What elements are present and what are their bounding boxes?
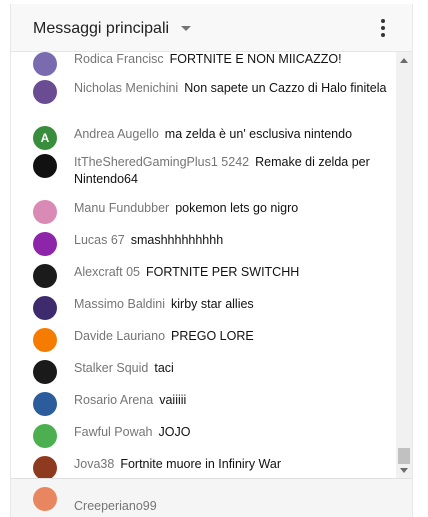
message-author[interactable]: Manu Fundubber xyxy=(74,201,169,215)
chat-message: Massimo Baldini kirby star allies xyxy=(11,296,396,320)
chat-message: Rodica Francisc FORTNITE E NON MIICAZZO! xyxy=(11,52,396,76)
scroll-down-arrow-icon[interactable] xyxy=(400,468,408,473)
chat-message: Lucas 67 smashhhhhhhhh xyxy=(11,232,396,256)
chat-message: ItTheSheredGamingPlus1 5242 Remake di zel… xyxy=(11,154,396,188)
message-author[interactable]: Jova38 xyxy=(74,457,114,471)
message-text: FORTNITE PER SWITCHH xyxy=(146,265,300,279)
chat-message: Fawful Powah JOJO xyxy=(11,424,396,448)
scrollbar-thumb[interactable] xyxy=(398,448,410,464)
message-author[interactable]: Rosario Arena xyxy=(74,393,153,407)
avatar[interactable] xyxy=(33,232,57,256)
message-text: PREGO LORE xyxy=(171,329,254,343)
message-author[interactable]: Davide Lauriano xyxy=(74,329,165,343)
message-text: JOJO xyxy=(158,425,191,439)
chat-input-area: Creeperiano99 xyxy=(11,478,412,517)
message-author[interactable]: Andrea Augello xyxy=(74,127,159,141)
chat-message-list[interactable]: Rodica Francisc FORTNITE E NON MIICAZZO! … xyxy=(11,52,396,478)
message-text: pokemon lets go nigro xyxy=(175,201,299,215)
avatar[interactable] xyxy=(33,80,57,104)
chat-message: Manu Fundubber pokemon lets go nigro xyxy=(11,200,396,224)
current-user-avatar xyxy=(33,487,57,511)
avatar[interactable] xyxy=(33,200,57,224)
message-author[interactable]: Fawful Powah xyxy=(74,425,153,439)
avatar[interactable]: A xyxy=(33,126,57,150)
message-text: smashhhhhhhhh xyxy=(130,233,224,247)
chat-message: A Andrea Augello ma zelda è un' esclusiva… xyxy=(11,126,396,150)
chat-message: Nicholas Menichini Non sapete un Cazzo di… xyxy=(11,80,396,104)
message-text: kirby star allies xyxy=(171,297,254,311)
message-text: taci xyxy=(154,361,174,375)
avatar[interactable] xyxy=(33,264,57,288)
chat-message: Jova38 Fortnite muore in Infiniry War xyxy=(11,456,396,478)
chat-header: Messaggi principali xyxy=(11,4,412,52)
message-author[interactable]: ItTheSheredGamingPlus1 5242 xyxy=(74,155,249,169)
avatar[interactable] xyxy=(33,360,57,384)
chat-scrollbar[interactable] xyxy=(396,52,412,478)
caret-down-icon[interactable] xyxy=(181,26,191,31)
avatar[interactable] xyxy=(33,392,57,416)
avatar[interactable] xyxy=(33,424,57,448)
avatar[interactable] xyxy=(33,456,57,478)
avatar[interactable] xyxy=(33,296,57,320)
message-author[interactable]: Rodica Francisc xyxy=(74,52,164,66)
chat-message: Rosario Arena vaiiiii xyxy=(11,392,396,416)
scroll-up-arrow-icon[interactable] xyxy=(400,58,408,63)
message-text: FORTNITE E NON MIICAZZO! xyxy=(169,52,342,66)
more-options-icon[interactable] xyxy=(380,19,386,39)
chat-message: Stalker Squid taci xyxy=(11,360,396,384)
message-text: Fortnite muore in Infiniry War xyxy=(120,457,282,471)
live-chat-panel: Messaggi principali Rodica Francisc FORTN… xyxy=(10,4,413,517)
message-author[interactable]: Lucas 67 xyxy=(74,233,125,247)
avatar[interactable] xyxy=(33,52,57,76)
chat-mode-dropdown[interactable]: Messaggi principali xyxy=(33,20,169,38)
chat-message: Alexcraft 05 FORTNITE PER SWITCHH xyxy=(11,264,396,288)
avatar[interactable] xyxy=(33,328,57,352)
message-text: ma zelda è un' esclusiva nintendo xyxy=(164,127,353,141)
message-author[interactable]: Alexcraft 05 xyxy=(74,265,140,279)
chat-message: Davide Lauriano PREGO LORE xyxy=(11,328,396,352)
avatar[interactable] xyxy=(33,154,57,178)
message-text: vaiiiii xyxy=(159,393,187,407)
message-author[interactable]: Massimo Baldini xyxy=(74,297,165,311)
message-author[interactable]: Nicholas Menichini xyxy=(74,81,178,95)
message-text: Non sapete un Cazzo di Halo finitela xyxy=(184,81,387,95)
current-user-name: Creeperiano99 xyxy=(74,499,157,513)
message-author[interactable]: Stalker Squid xyxy=(74,361,148,375)
